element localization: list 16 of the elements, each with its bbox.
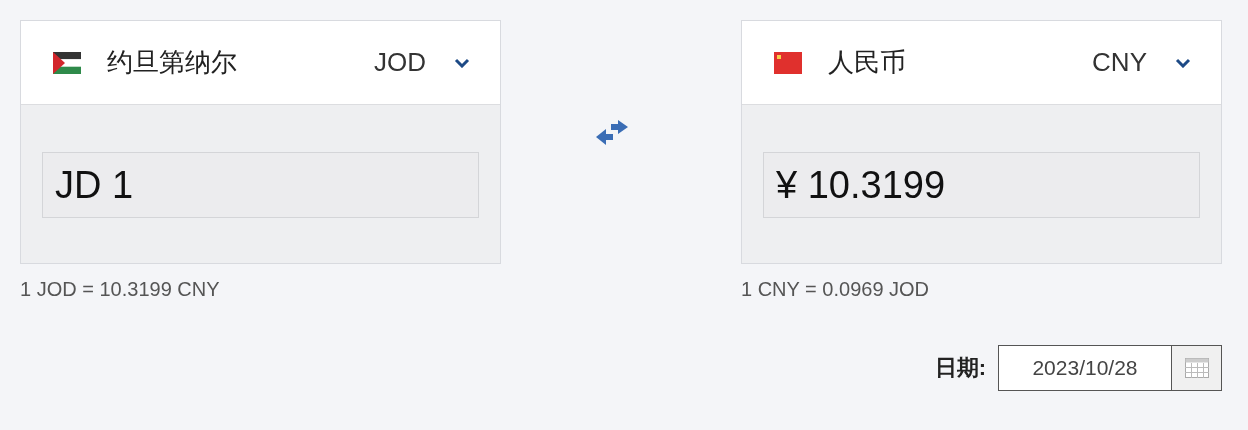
currency-name: 人民币 xyxy=(828,46,907,79)
amount-field[interactable]: ¥ 10.3199 xyxy=(763,152,1200,218)
chevron-down-icon xyxy=(1175,57,1191,68)
currency-code: CNY xyxy=(1092,47,1147,78)
amount-field[interactable]: JD 1 xyxy=(42,152,479,218)
date-label: 日期: xyxy=(934,354,986,382)
exchange-rate: 1 JOD = 10.3199 CNY xyxy=(20,278,220,301)
date-field[interactable]: 2023/10/28 xyxy=(998,345,1172,391)
exchange-rate: 1 CNY = 0.0969 JOD xyxy=(741,278,930,301)
chevron-down-icon xyxy=(454,57,470,68)
currency-name: 约旦第纳尔 xyxy=(107,46,238,79)
currency-selector[interactable]: 人民币 CNY xyxy=(742,21,1221,105)
currency-code: JOD xyxy=(374,47,426,78)
currency-selector[interactable]: 约旦第纳尔 JOD xyxy=(21,21,500,105)
calendar-button[interactable] xyxy=(1172,345,1222,391)
calendar-icon xyxy=(1184,358,1209,378)
